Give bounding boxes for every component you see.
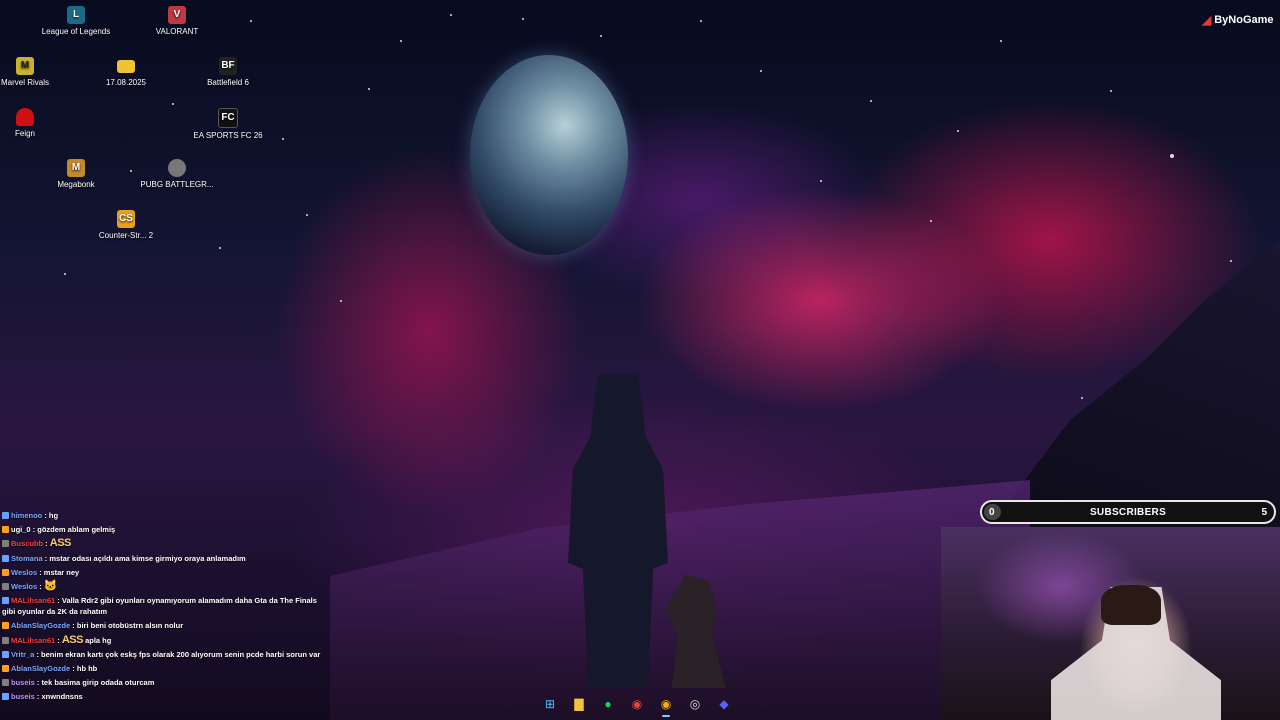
- chat-username[interactable]: Weslos: [11, 568, 37, 577]
- desktop-icon-pubg[interactable]: PUBG BATTLEGR...: [137, 159, 217, 190]
- desktop-icon-megabonk[interactable]: M Megabonk: [36, 159, 116, 190]
- chat-username[interactable]: Weslos: [11, 582, 37, 591]
- chat-emote: ASS: [49, 537, 72, 550]
- chat-text: mstar ney: [43, 567, 80, 577]
- desktop-icon-league-of-legends[interactable]: L League of Legends: [36, 6, 116, 37]
- chat-badge-icon: [2, 597, 9, 605]
- chat-username[interactable]: ugi_0: [11, 525, 31, 534]
- desktop-icon-valorant[interactable]: V VALORANT: [137, 6, 217, 37]
- chat-message: buseis : xnwndnsns: [2, 691, 327, 702]
- chat-badge-icon: [2, 636, 9, 644]
- folder-icon: [117, 60, 135, 73]
- desktop-icon-folder[interactable]: 17.08.2025: [86, 57, 166, 88]
- obs-icon[interactable]: ◎: [685, 694, 705, 714]
- chat-username[interactable]: AblanSlayGozde: [11, 664, 70, 673]
- chat-text: benim ekran kartı çok eskş fps olarak 20…: [41, 649, 321, 659]
- chat-username[interactable]: AblanSlayGozde: [11, 621, 70, 630]
- chat-badge-icon: [2, 554, 9, 562]
- chat-text: biri beni otobüstrn alsın nolur: [76, 621, 184, 631]
- chat-username[interactable]: Vritr_a: [11, 650, 34, 659]
- chat-message: MALihsan61 : Valla Rdr2 gibi oyunları oy…: [2, 596, 317, 617]
- chat-text: gözdem ablam gelmiş: [37, 525, 116, 535]
- counter-strike-icon: CS: [117, 210, 135, 228]
- pubg-icon: [168, 159, 186, 177]
- chat-username[interactable]: himenoo: [11, 511, 42, 520]
- chat-text: tek basima girip odada oturcam: [41, 678, 155, 688]
- chat-text: xnwndnsns: [41, 692, 83, 702]
- chat-message: AblanSlayGozde : biri beni otobüstrn als…: [2, 620, 327, 631]
- file-explorer-icon[interactable]: ▇: [569, 694, 589, 714]
- feign-icon: [16, 108, 34, 126]
- chat-badge-icon: [2, 512, 9, 519]
- ea-sports-fc-icon: FC: [218, 108, 238, 128]
- chat-badge-icon: [2, 664, 9, 672]
- chat-badge-icon: [2, 540, 9, 548]
- marvel-rivals-icon: M: [16, 57, 34, 75]
- chat-message: buseis : tek basima girip odada oturcam: [2, 677, 327, 688]
- windows-taskbar: ⊞ ▇ ● ◉ ◉ ◎ ◆: [540, 692, 734, 717]
- chat-badge-icon: [2, 679, 9, 687]
- chat-badge-icon: [2, 622, 9, 630]
- subscriber-label: SUBSCRIBERS: [1089, 506, 1167, 518]
- planet-illustration: [470, 55, 628, 255]
- desktop-icon-feign[interactable]: Feign: [0, 108, 65, 139]
- chat-username[interactable]: MALihsan61: [11, 636, 55, 645]
- megabonk-icon: M: [67, 159, 85, 177]
- chat-badge-icon: [2, 693, 9, 701]
- chat-message: MALihsan61 : ASS apla hg: [2, 633, 327, 646]
- chat-message: Buscubb : ASS: [2, 538, 327, 549]
- spotify-icon[interactable]: ●: [598, 694, 618, 714]
- chat-message: AblanSlayGozde : hb hb: [2, 663, 327, 674]
- subscriber-goal-count: 5: [1261, 506, 1267, 518]
- desktop-icon-marvel-rivals[interactable]: M Marvel Rivals: [0, 57, 65, 88]
- chat-badge-icon: [2, 582, 9, 590]
- chat-username[interactable]: MALihsan61: [11, 596, 55, 605]
- chat-text: mstar odası açıldı ama kimse girmiyo ora…: [49, 553, 246, 563]
- stream-chat: himenoo : hg ugi_0 : gözdem ablam gelmiş B…: [2, 510, 327, 705]
- subscriber-current-count: 0: [989, 506, 995, 518]
- webcam-overlay: [941, 527, 1280, 720]
- battlefield-icon: BF: [219, 57, 237, 75]
- chat-message: himenoo : hg: [2, 510, 327, 521]
- league-of-legends-icon: L: [67, 6, 85, 24]
- chat-text: hb hb: [76, 663, 98, 673]
- chat-username[interactable]: buseis: [11, 678, 35, 687]
- chat-message: Vritr_a : benim ekran kartı çok eskş fps…: [2, 649, 327, 660]
- chat-message: Weslos : 🐱: [2, 579, 327, 592]
- desktop-icon-battlefield[interactable]: BF Battlefield 6: [188, 57, 268, 88]
- chat-username[interactable]: Buscubb: [11, 539, 43, 548]
- streamer-head: [1101, 585, 1161, 625]
- bynogame-logo-icon: ◢: [1202, 13, 1212, 27]
- chat-text: hg: [48, 511, 59, 520]
- start-icon[interactable]: ⊞: [540, 694, 560, 714]
- chat-emote: ASS: [61, 633, 84, 646]
- discord-icon[interactable]: ◆: [714, 694, 734, 714]
- stream-branding: ◢ ByNoGame: [1202, 13, 1274, 27]
- chat-message: Stomana : mstar odası açıldı ama kimse g…: [2, 553, 327, 564]
- chat-text: apla hg: [85, 635, 112, 645]
- chat-badge-icon: [2, 568, 9, 576]
- chat-badge-icon: [2, 526, 9, 534]
- chrome-icon[interactable]: ◉: [627, 694, 647, 714]
- desktop-icon-ea-sports-fc[interactable]: FC EA SPORTS FC 26: [188, 108, 268, 141]
- chat-badge-icon: [2, 650, 9, 658]
- chat-emote: 🐱: [43, 579, 58, 592]
- desktop-icon-counter-strike[interactable]: CS Counter-Str... 2: [86, 210, 166, 241]
- chat-username[interactable]: Stomana: [11, 554, 43, 563]
- valorant-icon: V: [168, 6, 186, 24]
- chat-message: ugi_0 : gözdem ablam gelmiş: [2, 524, 327, 535]
- chrome-profile-icon[interactable]: ◉: [656, 694, 676, 717]
- subscriber-goal-bar: 0 SUBSCRIBERS 5: [980, 500, 1276, 524]
- chat-username[interactable]: buseis: [11, 692, 35, 701]
- chat-message: Weslos : mstar ney: [2, 567, 327, 578]
